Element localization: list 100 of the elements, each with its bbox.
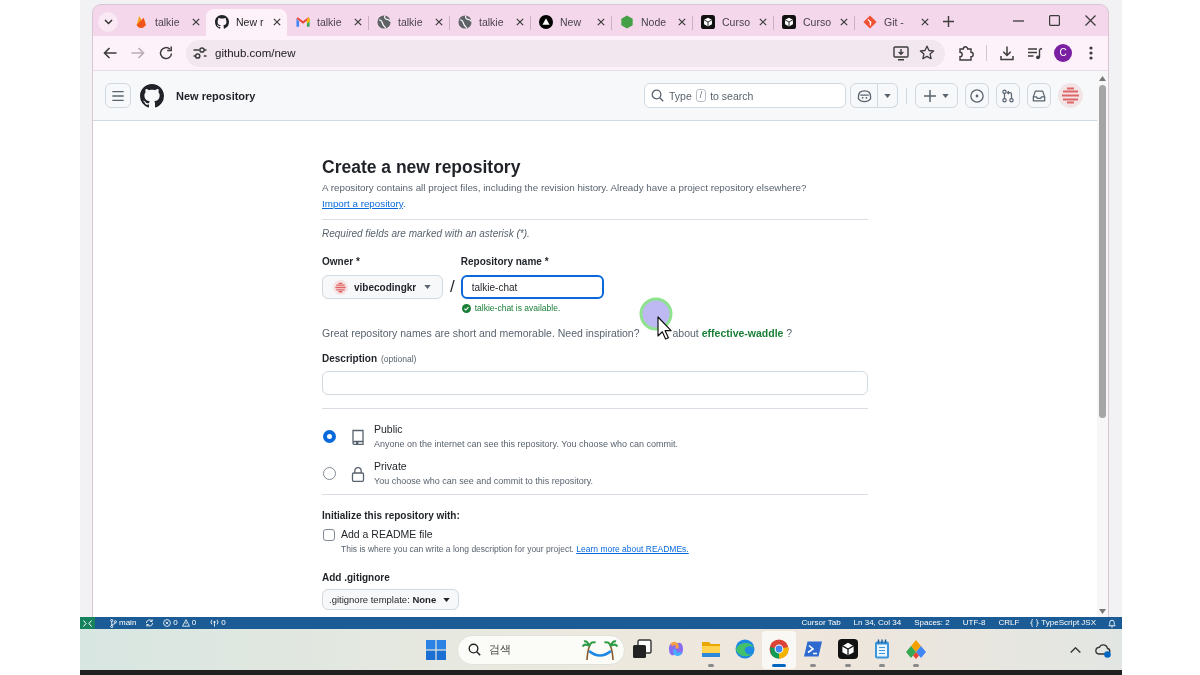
address-bar[interactable]: github.com/new <box>186 39 945 67</box>
close-icon[interactable] <box>192 17 200 26</box>
close-icon[interactable] <box>516 17 524 26</box>
browser-tab[interactable]: talkie <box>449 9 530 36</box>
cube-logo-icon <box>837 638 858 659</box>
chevron-up-icon[interactable] <box>1070 646 1081 653</box>
browser-tab[interactable]: Node <box>611 9 692 36</box>
site-settings-icon[interactable] <box>192 45 208 61</box>
import-repository-link[interactable]: Import a repository <box>322 198 403 209</box>
diamond-shapes-icon <box>906 638 927 659</box>
maximize-icon[interactable] <box>1048 15 1060 26</box>
pull-requests-button[interactable] <box>996 83 1020 108</box>
more-menu-icon[interactable] <box>1089 46 1093 60</box>
close-icon[interactable] <box>354 17 362 26</box>
search-placeholder: to search <box>710 89 754 102</box>
close-icon[interactable] <box>840 17 848 26</box>
description-input[interactable] <box>322 371 868 395</box>
status-item[interactable]: CRLF <box>998 617 1020 629</box>
copilot-menu-button[interactable] <box>878 83 898 108</box>
suggested-name-link[interactable]: effective-waddle <box>701 327 784 339</box>
status-item[interactable]: TypeScript JSX <box>1041 617 1096 629</box>
search-icon <box>468 643 481 656</box>
copilot-button[interactable] <box>850 83 878 108</box>
search-placeholder: 검색 <box>489 642 511 657</box>
create-new-button[interactable] <box>915 83 958 108</box>
close-icon[interactable] <box>273 17 281 26</box>
close-icon[interactable] <box>435 17 443 26</box>
scrollbar-thumb[interactable] <box>1099 85 1106 418</box>
radio-button[interactable] <box>323 467 336 480</box>
radio-button[interactable] <box>323 430 336 443</box>
back-arrow-icon[interactable] <box>102 45 118 61</box>
inbox-icon <box>1032 88 1046 103</box>
github-logo-icon[interactable] <box>140 83 164 108</box>
status-item[interactable]: Spaces: 2 <box>914 617 950 629</box>
bell-icon[interactable] <box>1108 618 1116 628</box>
install-app-icon[interactable] <box>893 45 909 61</box>
cloud-badge-icon[interactable] <box>1095 641 1111 658</box>
issues-button[interactable] <box>965 83 989 108</box>
readme-docs-link[interactable]: Learn more about READMEs. <box>576 544 689 554</box>
warning-count[interactable]: 0 <box>191 617 197 629</box>
visibility-description: You choose who can see and commit to this repository. <box>374 475 594 488</box>
repository-name-input[interactable]: talkie-chat <box>460 275 604 299</box>
remote-indicator[interactable] <box>80 617 95 629</box>
tab-search-button[interactable] <box>98 12 118 32</box>
inbox-button[interactable] <box>1027 83 1051 108</box>
warning-icon[interactable] <box>181 619 190 627</box>
readme-label: Add a README file <box>341 527 433 542</box>
availability-message: talkie-chat is available. <box>474 302 561 315</box>
search-icon <box>651 89 664 102</box>
close-icon[interactable] <box>759 17 767 26</box>
profile-button[interactable]: C <box>1054 44 1072 62</box>
browser-tab[interactable]: talkie <box>368 9 449 36</box>
plus-icon[interactable] <box>943 16 954 27</box>
optional-note: (optional) <box>381 354 417 364</box>
palm-hammock-icon <box>582 639 618 660</box>
status-item[interactable]: Cursor Tab <box>801 617 841 629</box>
taskbar-search-field[interactable]: 검색 <box>457 634 625 665</box>
flame-logo-icon <box>134 14 148 29</box>
browser-tab[interactable]: New r <box>206 9 287 36</box>
browser-tab[interactable]: talkie <box>287 9 368 36</box>
bookmark-star-icon[interactable] <box>919 45 935 61</box>
media-queue-icon[interactable] <box>1027 45 1043 61</box>
owner-dropdown[interactable]: vibecodingkr <box>322 275 443 299</box>
menu-button[interactable] <box>105 83 131 108</box>
status-item[interactable]: Ln 34, Col 34 <box>853 617 902 629</box>
goggles-face-icon <box>856 88 872 103</box>
ring-logo-icon <box>769 638 790 659</box>
lock-icon <box>350 465 366 482</box>
close-icon[interactable] <box>597 17 605 26</box>
scroll-up-arrow-icon[interactable] <box>1099 76 1106 81</box>
sync-icon[interactable] <box>145 619 155 627</box>
readme-checkbox[interactable] <box>323 528 335 541</box>
browser-tab[interactable]: Curso <box>692 9 773 36</box>
identicon-avatar[interactable] <box>1058 83 1083 108</box>
puzzle-piece-icon[interactable] <box>958 45 974 61</box>
error-count[interactable]: 0 <box>173 617 178 629</box>
download-icon[interactable] <box>999 45 1015 61</box>
close-icon[interactable] <box>1084 15 1096 26</box>
visibility-description: Anyone on the internet can see this repository. You choose who can commit. <box>374 438 678 451</box>
browser-tab[interactable]: Curso <box>773 9 854 36</box>
browser-tab[interactable]: New <box>530 9 611 36</box>
address-text[interactable]: github.com/new <box>215 47 296 59</box>
status-item[interactable]: UTF-8 <box>962 617 986 629</box>
gitignore-dropdown[interactable]: .gitignore template: None <box>322 589 460 610</box>
scroll-down-arrow-icon[interactable] <box>1099 609 1106 614</box>
branch-name[interactable]: main <box>119 617 137 629</box>
ports-count[interactable]: 0 <box>221 617 226 629</box>
caret-down-icon <box>424 285 432 289</box>
close-icon[interactable] <box>678 17 686 26</box>
minimize-icon[interactable] <box>1012 19 1024 22</box>
browser-tab[interactable]: Git - <box>854 9 935 36</box>
close-icon[interactable] <box>921 17 929 26</box>
reload-icon[interactable] <box>158 45 174 61</box>
error-icon[interactable] <box>163 619 172 627</box>
pull-request-icon <box>1001 88 1015 103</box>
search-field[interactable]: Type / to search <box>644 83 846 108</box>
browser-tab[interactable]: talkie <box>125 9 206 36</box>
broadcast-icon[interactable] <box>210 619 220 627</box>
windows-logo-icon[interactable] <box>426 639 446 660</box>
branch-icon <box>110 618 117 628</box>
